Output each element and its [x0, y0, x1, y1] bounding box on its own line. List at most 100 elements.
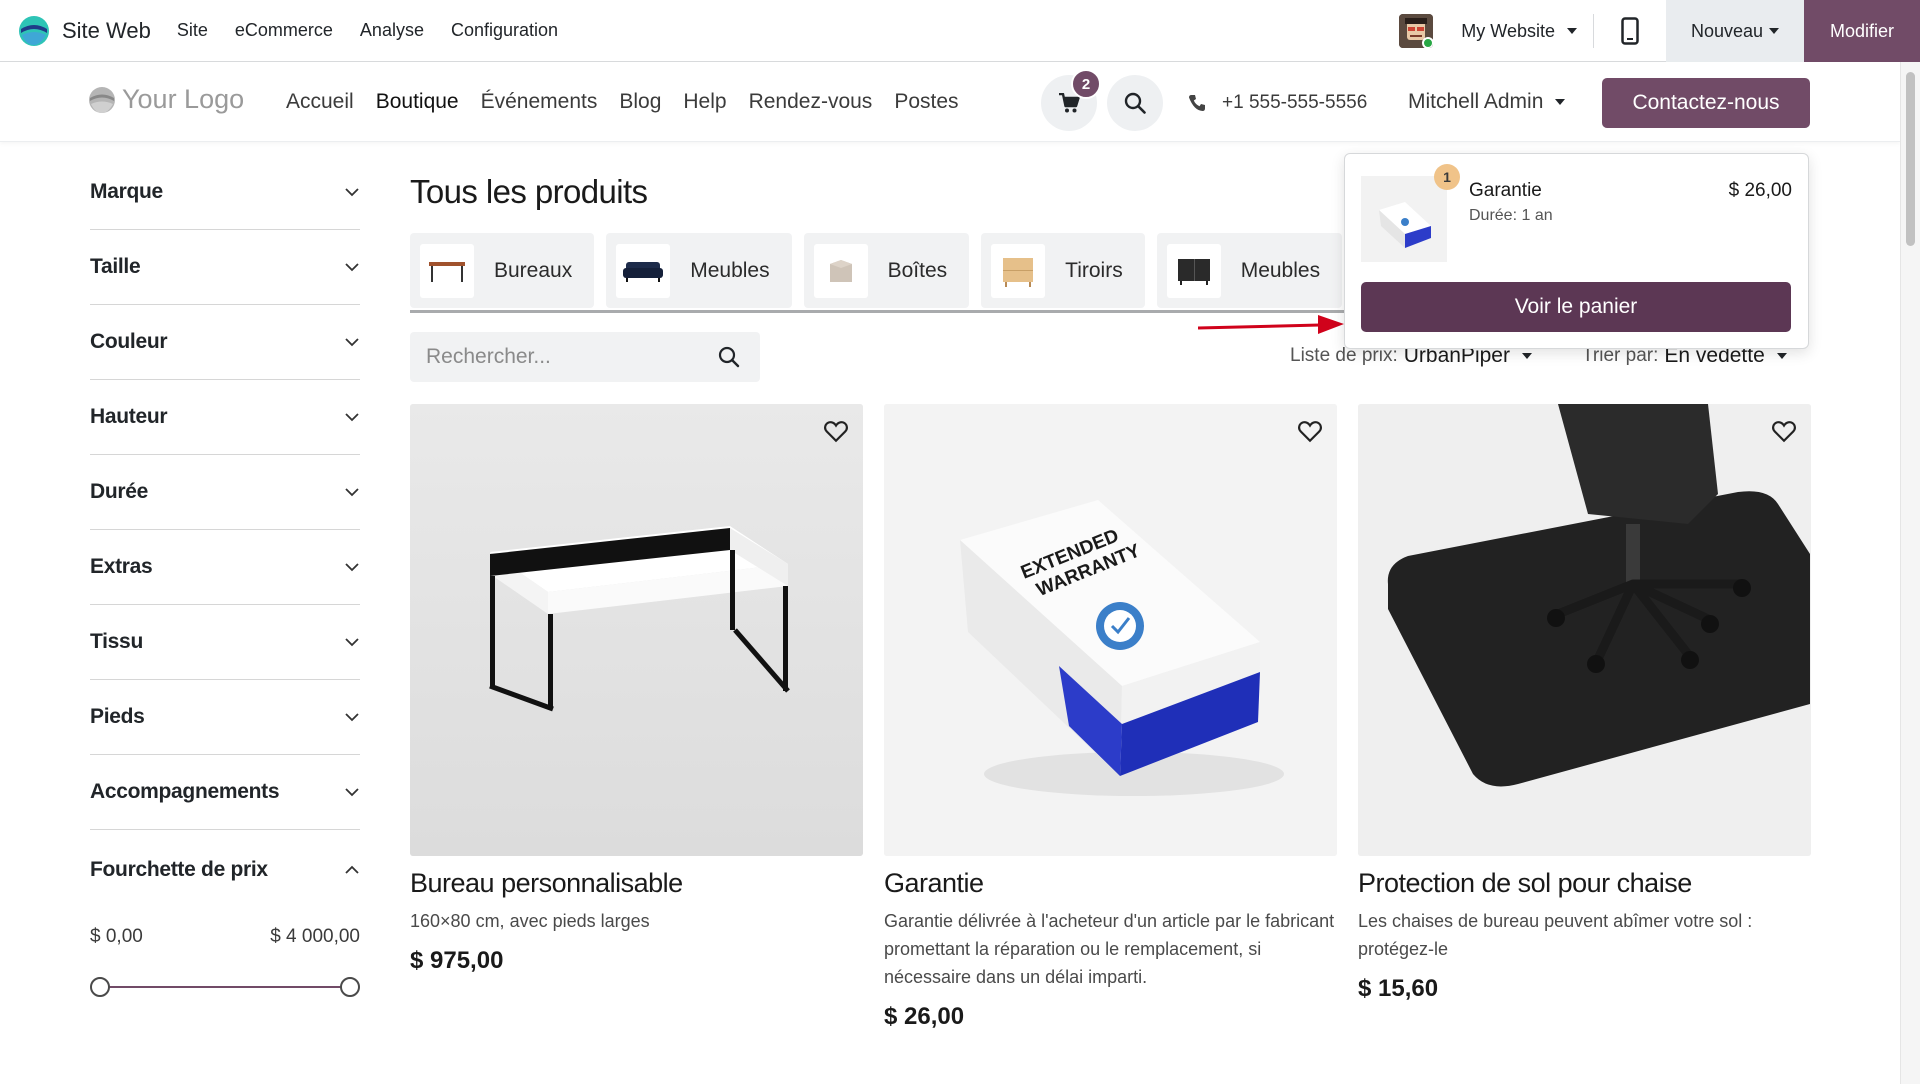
filter-marque[interactable]: Marque: [90, 155, 360, 230]
product-name[interactable]: Bureau personnalisable: [410, 868, 863, 899]
category-label: Meubles: [690, 258, 770, 282]
phone-link[interactable]: +1 555-555-5556: [1188, 92, 1367, 114]
cart-item-name[interactable]: Garantie: [1469, 180, 1542, 202]
price-range-values: $ 0,00 $ 4 000,00: [90, 926, 360, 948]
chevron-down-icon: [345, 413, 359, 422]
slider-min-handle[interactable]: [90, 977, 110, 997]
product-price: $ 26,00: [884, 1003, 965, 1030]
menu-configuration[interactable]: Configuration: [451, 20, 558, 41]
category-thumbnail: [420, 243, 474, 298]
product-search-input[interactable]: [426, 345, 706, 369]
caret-down-icon: [1521, 353, 1532, 359]
menu-ecommerce[interactable]: eCommerce: [235, 20, 333, 41]
new-content-label: Nouveau: [1690, 20, 1764, 41]
filter-extras[interactable]: Extras: [90, 530, 360, 605]
filter-tissu[interactable]: Tissu: [90, 605, 360, 680]
search-icon: [1124, 92, 1146, 114]
wishlist-heart-icon[interactable]: [1771, 418, 1797, 444]
filter-label: Durée: [90, 480, 149, 503]
chevron-up-icon: [345, 865, 359, 874]
filter-accompagnements[interactable]: Accompagnements: [90, 755, 360, 830]
cart-item-thumbnail[interactable]: [1361, 176, 1447, 262]
desk-thumbnail: [429, 261, 465, 282]
nav-evenements[interactable]: Événements: [481, 90, 598, 114]
filter-duree[interactable]: Durée: [90, 455, 360, 530]
product-filters-sidebar: Marque Taille Couleur Hauteur Durée Extr…: [90, 155, 360, 998]
website-header: Your Logo Accueil Boutique Événements Bl…: [0, 62, 1900, 142]
phone-number: +1 555-555-5556: [1222, 92, 1368, 113]
menu-analyse[interactable]: Analyse: [360, 20, 424, 41]
category-thumbnail: [1166, 243, 1221, 298]
site-logo[interactable]: Your Logo: [88, 84, 244, 115]
caret-down-icon: [1555, 99, 1566, 105]
caret-down-icon: [1769, 28, 1780, 34]
nav-postes[interactable]: Postes: [894, 90, 958, 114]
filter-label: Tissu: [90, 630, 143, 653]
price-range-filter: Fourchette de prix $ 0,00 $ 4 000,00: [90, 830, 360, 998]
website-selector-label: My Website: [1461, 20, 1555, 41]
price-range-slider[interactable]: [90, 976, 360, 998]
admin-menu: Site eCommerce Analyse Configuration: [177, 20, 585, 41]
contact-us-button[interactable]: Contactez-nous: [1602, 78, 1810, 128]
product-card[interactable]: Bureau personnalisable 160×80 cm, avec p…: [410, 404, 863, 1031]
nav-boutique[interactable]: Boutique: [376, 90, 459, 114]
search-icon[interactable]: [718, 346, 740, 368]
wishlist-heart-icon[interactable]: [823, 418, 849, 444]
annotation-arrow-icon: [1198, 315, 1344, 334]
product-name[interactable]: Protection de sol pour chaise: [1358, 868, 1811, 899]
category-bureaux[interactable]: Bureaux: [410, 233, 595, 308]
nav-help[interactable]: Help: [683, 90, 726, 114]
scrollbar-thumb[interactable]: [1906, 72, 1915, 246]
wishlist-heart-icon[interactable]: [1297, 418, 1323, 444]
product-card[interactable]: Protection de sol pour chaise Les chaise…: [1358, 404, 1811, 1031]
price-range-header[interactable]: Fourchette de prix: [90, 858, 360, 882]
filter-pieds[interactable]: Pieds: [90, 680, 360, 755]
product-image[interactable]: [410, 404, 863, 856]
filter-label: Accompagnements: [90, 780, 280, 803]
user-avatar[interactable]: [1399, 14, 1434, 48]
nav-accueil[interactable]: Accueil: [286, 90, 354, 114]
app-brand[interactable]: Site Web: [18, 15, 151, 47]
cart-count-badge: 2: [1071, 69, 1101, 99]
app-name: Site Web: [62, 17, 151, 43]
user-name: Mitchell Admin: [1408, 90, 1544, 113]
user-account-menu[interactable]: Mitchell Admin: [1408, 90, 1566, 114]
page-scrollbar[interactable]: [1900, 62, 1920, 1084]
product-image[interactable]: EXTENDEDWARRANTY: [884, 404, 1337, 856]
chevron-down-icon: [345, 713, 359, 722]
category-boites[interactable]: Boîtes: [803, 233, 970, 308]
warranty-thumbnail: [1361, 176, 1447, 262]
category-tiroirs[interactable]: Tiroirs: [981, 233, 1145, 308]
admin-navbar: Site Web Site eCommerce Analyse Configur…: [0, 0, 1920, 62]
menu-site[interactable]: Site: [177, 20, 208, 41]
edit-button[interactable]: Modifier: [1804, 0, 1920, 62]
category-label: Boîtes: [887, 258, 948, 282]
product-name[interactable]: Garantie: [884, 868, 1337, 899]
page-title: Tous les produits: [410, 173, 648, 210]
new-content-button[interactable]: Nouveau: [1666, 0, 1804, 62]
category-meubles-2[interactable]: Meubles: [1156, 233, 1343, 308]
product-description: Garantie délivrée à l'acheteur d'un arti…: [884, 911, 1335, 987]
chevron-down-icon: [345, 338, 359, 347]
filter-hauteur[interactable]: Hauteur: [90, 380, 360, 455]
mobile-preview-button[interactable]: [1594, 0, 1666, 62]
product-card[interactable]: EXTENDEDWARRANTY Garantie Garantie déliv…: [884, 404, 1337, 1031]
category-meubles[interactable]: Meubles: [606, 233, 792, 308]
header-search-button[interactable]: [1107, 75, 1163, 131]
slider-max-handle[interactable]: [340, 977, 360, 997]
nav-blog[interactable]: Blog: [619, 90, 661, 114]
box-thumbnail: [829, 259, 852, 282]
category-thumbnail: [991, 243, 1046, 298]
phone-icon: [1189, 95, 1205, 111]
cart-button[interactable]: 2: [1041, 69, 1101, 131]
nav-rendez-vous[interactable]: Rendez-vous: [749, 90, 873, 114]
view-cart-button[interactable]: Voir le panier: [1361, 282, 1791, 332]
filter-couleur[interactable]: Couleur: [90, 305, 360, 380]
filter-taille[interactable]: Taille: [90, 230, 360, 305]
chair-mat-image: [1358, 404, 1811, 856]
website-selector[interactable]: My Website: [1453, 21, 1577, 42]
product-image[interactable]: [1358, 404, 1811, 856]
drawer-thumbnail: [1003, 257, 1034, 287]
caret-down-icon: [1567, 28, 1577, 34]
chevron-down-icon: [345, 263, 359, 272]
